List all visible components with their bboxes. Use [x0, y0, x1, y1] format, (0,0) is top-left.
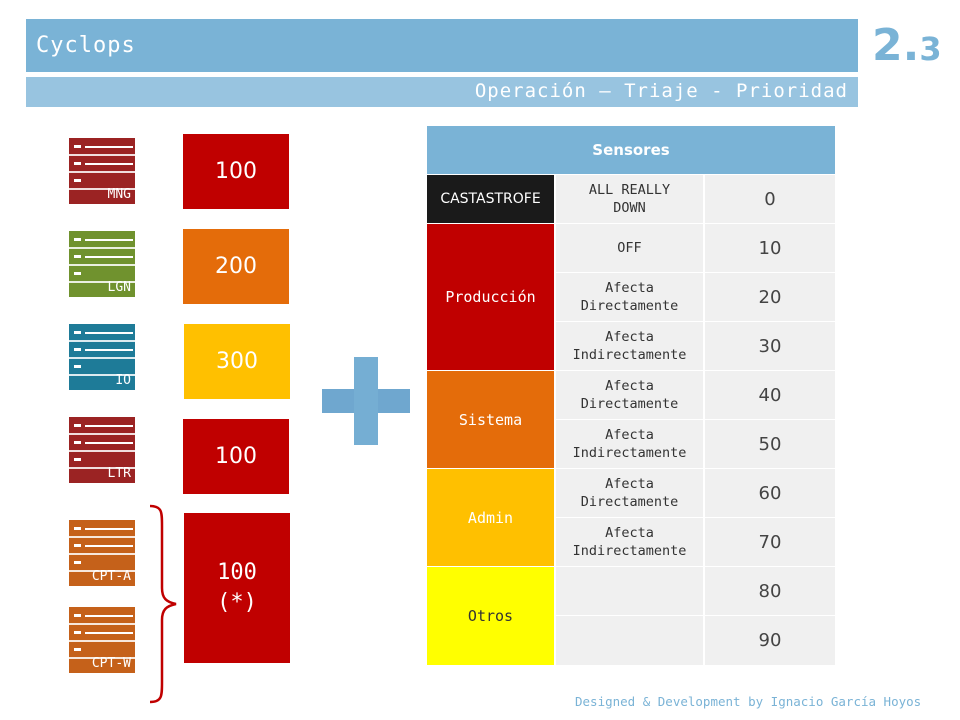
server-rack-icon: CPT-W — [69, 607, 135, 673]
section-number-minor: 3 — [919, 30, 942, 68]
server-label: CPT-A — [91, 569, 131, 584]
sensors-table: Sensores CASTASTROFE Producción Sistema … — [427, 126, 835, 666]
row-description: ALL REALLY DOWN — [556, 175, 705, 224]
row-value: 60 — [705, 469, 835, 518]
subtitle-bar: Operación – Triaje - Prioridad — [26, 77, 858, 107]
server-label: IO — [115, 373, 131, 388]
category-admin: Admin — [427, 469, 554, 567]
priority-box-io: 300 — [184, 324, 290, 399]
priority-value: 100 — [215, 159, 257, 184]
row-description — [556, 616, 705, 666]
plus-icon — [322, 357, 410, 445]
page-title: Cyclops — [36, 33, 136, 58]
priority-box-cpt: 100 (*) — [184, 513, 290, 663]
category-produccion: Producción — [427, 224, 554, 371]
priority-value: 300 — [216, 349, 258, 374]
priority-box-lgn: 200 — [183, 229, 289, 304]
footer-credit: Designed & Development by Ignacio García… — [575, 694, 922, 709]
curly-brace-icon — [149, 504, 177, 704]
row-description: Afecta Directamente — [556, 371, 705, 420]
priority-value: 100 (*) — [217, 560, 257, 615]
server-rack-icon: MNG — [69, 138, 135, 204]
row-value: 20 — [705, 273, 835, 322]
server-label: LGN — [107, 280, 131, 295]
server-rack-icon: CPT-A — [69, 520, 135, 586]
title-bar: Cyclops — [26, 19, 858, 72]
row-description: Afecta Indirectamente — [556, 518, 705, 567]
row-description — [556, 567, 705, 616]
row-description: Afecta Directamente — [556, 273, 705, 322]
table-header: Sensores — [427, 126, 835, 174]
row-description: Afecta Directamente — [556, 469, 705, 518]
priority-value: 200 — [215, 254, 257, 279]
category-castastrofe: CASTASTROFE — [427, 175, 554, 224]
section-number-major: 2. — [872, 20, 920, 71]
server-label: LTR — [107, 466, 131, 481]
section-number: 2.3 — [872, 20, 942, 71]
category-sistema: Sistema — [427, 371, 554, 469]
row-value: 10 — [705, 224, 835, 273]
server-rack-icon: LGN — [69, 231, 135, 297]
server-rack-icon: LTR — [69, 417, 135, 483]
server-label: CPT-W — [91, 656, 131, 671]
priority-box-ltr: 100 — [183, 419, 289, 494]
priority-value: 100 — [215, 444, 257, 469]
category-otros: Otros — [427, 567, 554, 666]
priority-box-mng: 100 — [183, 134, 289, 209]
row-value: 80 — [705, 567, 835, 616]
row-value: 90 — [705, 616, 835, 666]
row-description: OFF — [556, 224, 705, 273]
row-description: Afecta Indirectamente — [556, 420, 705, 469]
row-value: 0 — [705, 175, 835, 224]
row-value: 40 — [705, 371, 835, 420]
row-value: 70 — [705, 518, 835, 567]
row-value: 50 — [705, 420, 835, 469]
page-subtitle: Operación – Triaje - Prioridad — [474, 80, 848, 102]
row-value: 30 — [705, 322, 835, 371]
server-rack-icon: IO — [69, 324, 135, 390]
server-label: MNG — [107, 187, 131, 202]
row-description: Afecta Indirectamente — [556, 322, 705, 371]
